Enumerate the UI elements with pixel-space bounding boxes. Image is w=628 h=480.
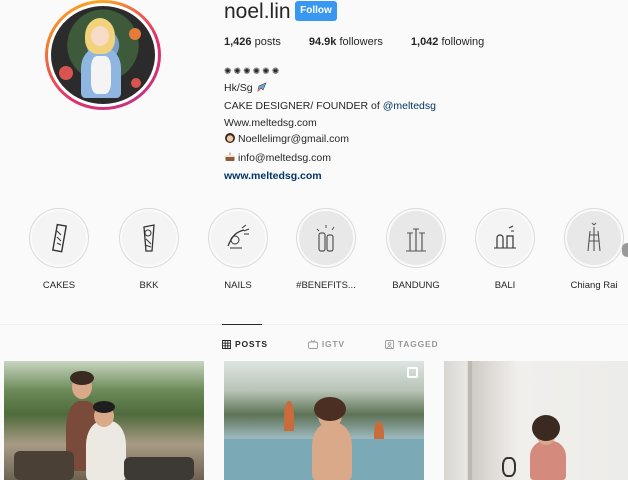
highlight-label: BANDUNG: [392, 280, 440, 291]
following-label: following: [441, 36, 485, 48]
tab-tagged[interactable]: TAGGED: [384, 339, 439, 349]
avatar-image: [51, 6, 155, 104]
followers-label: followers: [339, 36, 383, 48]
story-highlights: CAKES BKK NAILS #BENEFITS... BANDUNG BAL…: [0, 208, 628, 298]
tab-posts[interactable]: POSTS: [222, 339, 268, 349]
tabs-divider: [0, 324, 628, 325]
post-thumbnail[interactable]: [224, 361, 424, 480]
cake-emoji-icon: [224, 151, 236, 169]
highlight-bkk[interactable]: BKK: [104, 208, 194, 291]
rocket-icon: [256, 81, 268, 99]
tab-label: IGTV: [321, 339, 345, 349]
benefits-sketch-icon: [316, 225, 335, 252]
highlight-label: BKK: [139, 280, 159, 291]
highlight-bali[interactable]: BALI: [460, 208, 550, 291]
highlights-next-arrow[interactable]: [622, 243, 628, 257]
highlight-label: BALI: [494, 280, 516, 291]
woman-emoji-icon: [224, 132, 236, 150]
highlight-benefits[interactable]: #BENEFITS...: [281, 208, 371, 291]
chiang-rai-sketch-icon: [587, 222, 601, 252]
bio-location-line: Hk/Sg: [224, 80, 436, 99]
profile-avatar[interactable]: [45, 0, 161, 110]
tab-label: TAGGED: [397, 339, 439, 349]
posts-count-stat: 1,426 posts: [224, 36, 281, 48]
followers-stat[interactable]: 94.9k followers: [309, 36, 383, 48]
nails-sketch-icon: [227, 224, 250, 249]
bio-email-2: info@meltedsg.com: [238, 151, 331, 164]
bio-email-line-1: Noellelimgr@gmail.com: [224, 131, 436, 150]
tag-icon: [384, 339, 394, 349]
follow-button[interactable]: Follow: [295, 1, 337, 21]
profile-bio: ✺✺✺✺✺✺ Hk/Sg CAKE DESIGNER/ FOUNDER of @…: [224, 63, 436, 185]
bio-mention-link[interactable]: @meltedsg: [383, 100, 436, 112]
profile-page: noel.lin Follow 1,426 posts 94.9k follow…: [0, 0, 628, 480]
bio-website-text: Www.meltedsg.com: [224, 116, 317, 129]
bio-role: CAKE DESIGNER/ FOUNDER of: [224, 100, 383, 112]
following-count: 1,042: [410, 36, 439, 48]
followers-count: 94.9k: [308, 36, 337, 48]
bio-email-line-2: info@meltedsg.com: [224, 150, 436, 169]
profile-stats: 1,426 posts 94.9k followers 1,042 follow…: [224, 36, 512, 48]
cake-sketch-icon: [51, 223, 67, 253]
highlight-bandung[interactable]: BANDUNG: [371, 208, 461, 291]
highlight-label: CAKES: [42, 280, 76, 291]
highlight-chiang-rai[interactable]: Chiang Rai: [549, 208, 628, 291]
bali-sketch-icon: [494, 225, 516, 249]
posts-label: posts: [254, 36, 281, 48]
bio-external-link[interactable]: www.meltedsg.com: [224, 168, 436, 185]
bio-email-1: Noellelimgr@gmail.com: [238, 133, 350, 145]
bkk-sketch-icon: [143, 224, 155, 252]
bandung-sketch-icon: [406, 228, 426, 252]
posts-count: 1,426: [224, 36, 252, 48]
tv-icon: [307, 339, 318, 349]
tab-label: POSTS: [235, 339, 268, 349]
post-thumbnail[interactable]: [4, 361, 204, 480]
profile-tabs: POSTS IGTV TAGGED: [222, 339, 478, 349]
bio-location: Hk/Sg: [224, 81, 253, 94]
bio-dots: ✺✺✺✺✺✺: [224, 66, 282, 76]
grid-icon: [222, 339, 231, 349]
highlight-nails[interactable]: NAILS: [193, 208, 283, 291]
tab-igtv[interactable]: IGTV: [307, 339, 345, 349]
post-thumbnail[interactable]: [444, 361, 628, 480]
profile-username: noel.lin: [224, 0, 291, 23]
highlight-cakes[interactable]: CAKES: [14, 208, 104, 291]
following-stat[interactable]: 1,042 following: [411, 36, 484, 48]
highlight-label: NAILS: [224, 280, 252, 291]
active-tab-indicator: [222, 324, 262, 325]
bio-role-line: CAKE DESIGNER/ FOUNDER of @meltedsg: [224, 98, 436, 115]
multiple-photos-icon: [407, 367, 418, 378]
highlight-label: #BENEFITS...: [296, 280, 356, 291]
highlight-label: Chiang Rai: [570, 280, 618, 291]
